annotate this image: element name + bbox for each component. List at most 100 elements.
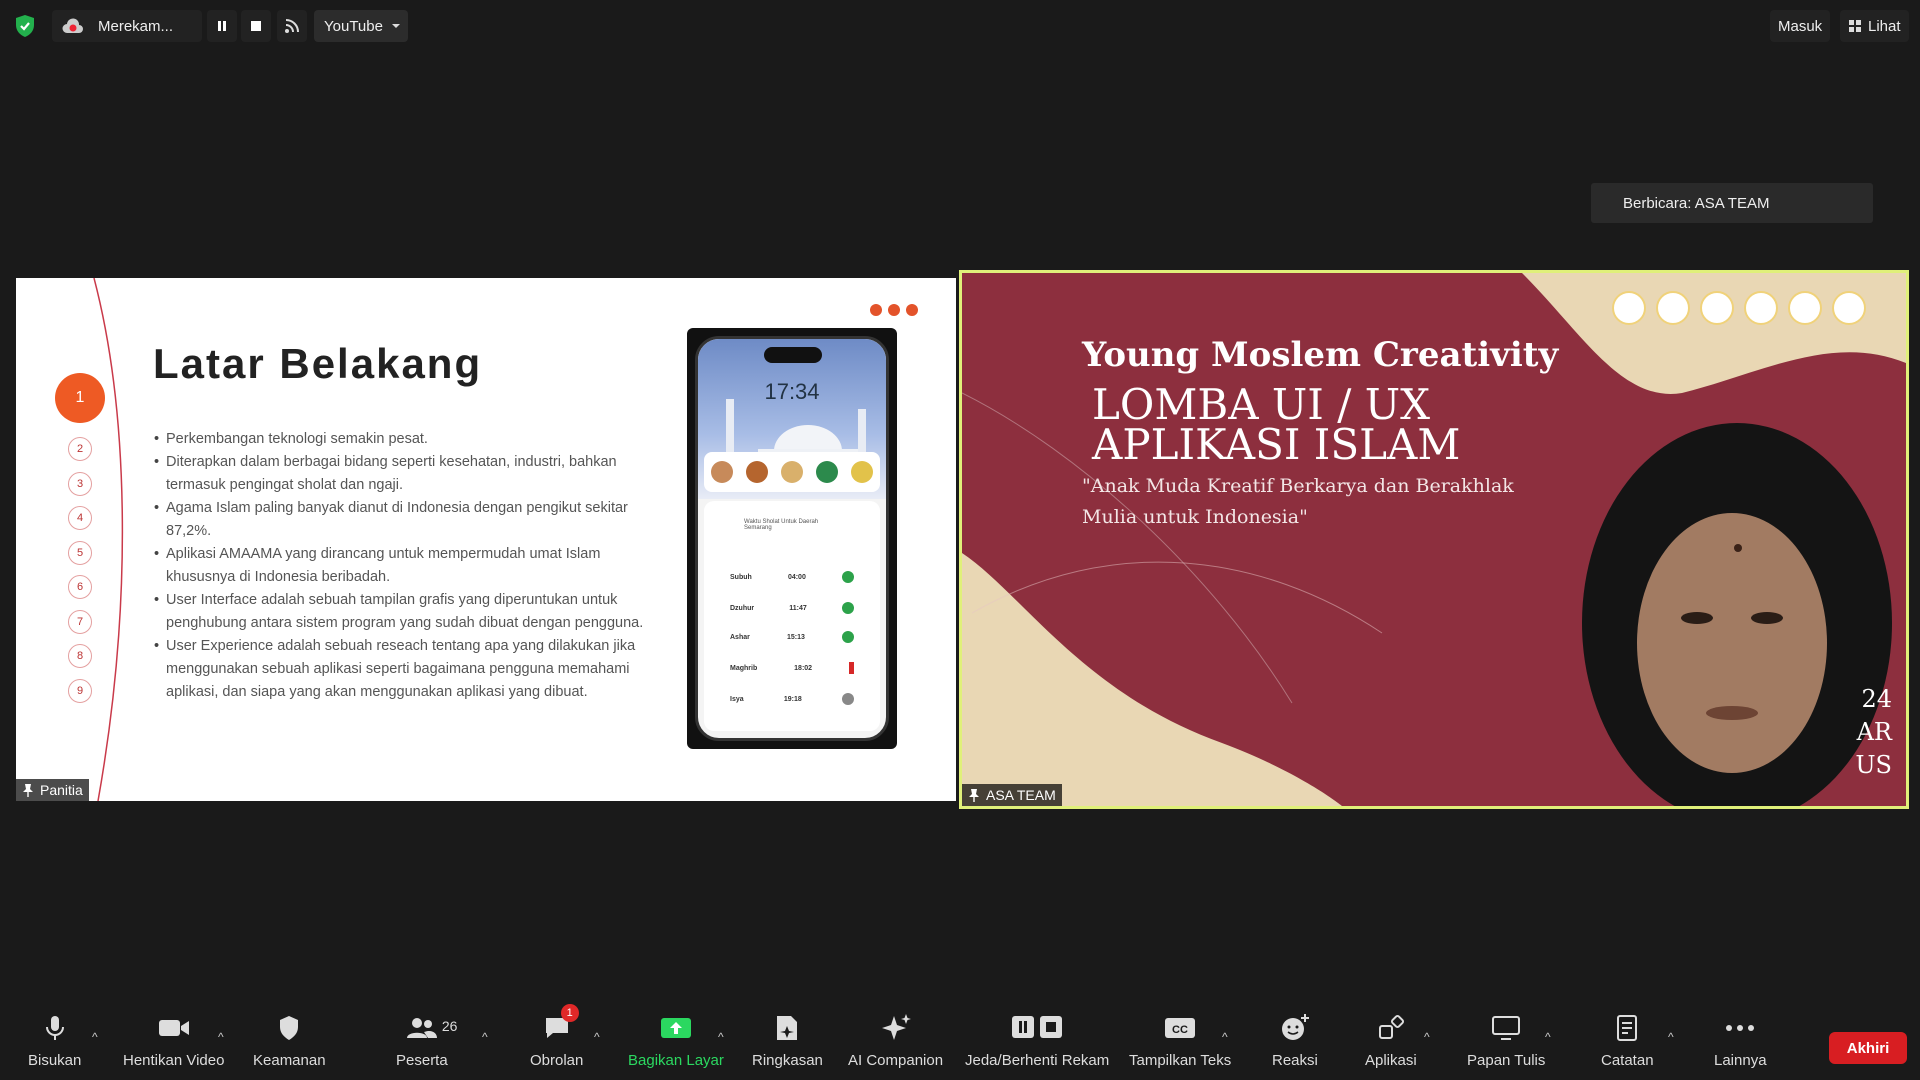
view-button[interactable]: Lihat (1840, 10, 1909, 42)
video-camera-icon (158, 1020, 189, 1036)
notes-options-chevron-icon[interactable]: ^ (1668, 1030, 1674, 1044)
stop-video-button[interactable]: Hentikan Video (123, 1010, 224, 1080)
prayer-name: Dzuhur (730, 604, 755, 612)
check-icon (841, 602, 854, 614)
side-text-line: AR (1856, 718, 1892, 746)
apps-icon (1378, 1014, 1404, 1039)
emoji-plus-icon (1281, 1014, 1309, 1040)
end-meeting-button[interactable]: Akhiri (1829, 1032, 1907, 1064)
slide-step-list: 1 2 3 4 5 6 7 8 9 (52, 373, 108, 713)
shared-slide-panel[interactable]: Latar Belakang 1 2 3 4 5 6 7 8 9 Perkemb… (16, 278, 956, 801)
mute-options-chevron-icon[interactable]: ^ (92, 1030, 98, 1044)
participant-name: Panitia (40, 782, 83, 798)
chat-button[interactable]: 1 Obrolan (530, 1004, 583, 1080)
prayer-row: Isya 19:18 (730, 693, 854, 705)
participant-name: ASA TEAM (986, 787, 1056, 803)
mute-label: Bisukan (28, 1052, 82, 1069)
more-button[interactable]: Lainnya (1714, 1010, 1767, 1080)
speaking-indicator: Berbicara: ASA TEAM (1591, 183, 1873, 223)
pause-recording-button[interactable] (207, 10, 237, 42)
whiteboard-label: Papan Tulis (1467, 1052, 1546, 1069)
participants-options-chevron-icon[interactable]: ^ (482, 1030, 488, 1044)
pause-stop-record-label: Jeda/Berhenti Rekam (965, 1052, 1110, 1069)
share-screen-icon (660, 1018, 691, 1038)
prayer-time: 18:02 (794, 664, 813, 672)
notes-icon (1617, 1015, 1638, 1041)
stream-target-dropdown[interactable]: YouTube (314, 10, 408, 42)
pin-icon (23, 784, 33, 797)
banner-side-text: 24 AR US (1855, 683, 1892, 782)
stop-video-label: Hentikan Video (123, 1052, 225, 1069)
slide-title: Latar Belakang (153, 340, 483, 387)
prayer-name: Maghrib (730, 664, 758, 672)
recording-label: Merekam... (98, 17, 174, 35)
step-item: 5 (68, 540, 92, 565)
stop-recording-button[interactable] (241, 10, 271, 42)
step-item: 8 (68, 644, 92, 668)
captions-options-chevron-icon[interactable]: ^ (1222, 1030, 1228, 1044)
stream-target-label: YouTube (324, 17, 383, 35)
pause-stop-icon (1012, 1016, 1063, 1038)
prayer-row: Dzuhur 11:47 (730, 602, 854, 614)
security-shield-icon[interactable] (14, 14, 36, 38)
bullet-item: Aplikasi AMAAMA yang dirancang untuk mem… (154, 543, 656, 589)
sponsor-logos (1612, 291, 1866, 325)
banner-subtitle-line1: LOMBA UI / UX (1092, 380, 1431, 429)
ai-companion-button[interactable]: AI Companion (848, 1010, 943, 1080)
phone-mockup: 17:34 Waktu Sholat Untuk Daerah Semarang… (687, 328, 897, 749)
microphone-icon (45, 1016, 64, 1040)
reactions-button[interactable]: Reaksi (1272, 1010, 1318, 1080)
svg-text:CC: CC (1172, 1024, 1188, 1036)
prayer-time: 11:47 (789, 604, 807, 612)
chat-options-chevron-icon[interactable]: ^ (594, 1030, 600, 1044)
mute-button[interactable]: Bisukan (28, 1010, 81, 1080)
prayer-times-card: Waktu Sholat Untuk Daerah Semarang Subuh… (704, 501, 880, 731)
summary-document-icon (777, 1016, 798, 1040)
banner-title: Young Moslem Creativity (1082, 335, 1559, 375)
apps-options-chevron-icon[interactable]: ^ (1424, 1030, 1430, 1044)
chat-unread-badge: 1 (560, 1004, 579, 1022)
live-stream-button[interactable] (277, 10, 307, 42)
share-screen-button[interactable]: Bagikan Layar (628, 1010, 724, 1080)
more-label: Lainnya (1714, 1052, 1767, 1069)
prayer-time: 15:13 (786, 633, 805, 641)
captions-button[interactable]: CC Tampilkan Teks (1129, 1010, 1231, 1080)
step-item: 2 (68, 437, 92, 461)
banner-subtitle: LOMBA UI / UX APLIKASI ISLAM (1092, 380, 1461, 469)
pause-icon (218, 21, 226, 31)
recording-status[interactable]: Merekam... (52, 10, 202, 42)
participant-person-video (1582, 423, 1892, 806)
step-item: 3 (68, 471, 92, 496)
bullet-item: User Interface adalah sebuah tampilan gr… (154, 589, 656, 635)
prayer-name: Isya (730, 695, 744, 703)
prayer-name: Ashar (730, 633, 750, 641)
step-item: 7 (68, 609, 92, 634)
security-button[interactable]: Keamanan (253, 1010, 326, 1080)
security-shield-icon (280, 1016, 299, 1040)
pause-stop-record-button[interactable]: Jeda/Berhenti Rekam (965, 1010, 1109, 1080)
bullet-item: Agama Islam paling banyak dianut di Indo… (154, 497, 656, 543)
video-options-chevron-icon[interactable]: ^ (218, 1030, 224, 1044)
participants-label: Peserta (396, 1052, 448, 1069)
summary-button[interactable]: Ringkasan (752, 1010, 823, 1080)
chevron-down-icon (391, 24, 400, 28)
bullet-item: User Experience adalah sebuah reseach te… (154, 635, 656, 704)
sign-in-button[interactable]: Masuk (1770, 10, 1831, 42)
prayer-row: Maghrib 18:02 (730, 662, 854, 674)
whiteboard-button[interactable]: Papan Tulis (1467, 1010, 1545, 1080)
prayer-row: Ashar 15:13 (730, 631, 854, 643)
apps-button[interactable]: Aplikasi (1365, 1010, 1417, 1080)
pin-icon (969, 789, 979, 802)
share-options-chevron-icon[interactable]: ^ (718, 1030, 724, 1044)
banner-subtitle-line2: APLIKASI ISLAM (1092, 420, 1461, 469)
notes-button[interactable]: Catatan (1601, 1010, 1654, 1080)
phone-notch (764, 347, 822, 363)
whiteboard-options-chevron-icon[interactable]: ^ (1545, 1030, 1551, 1044)
prayer-name: Subuh (730, 573, 752, 581)
apps-label: Aplikasi (1365, 1052, 1417, 1069)
reactions-label: Reaksi (1272, 1052, 1318, 1069)
active-speaker-video[interactable]: Young Moslem Creativity LOMBA UI / UX AP… (959, 270, 1909, 809)
closed-captions-icon: CC (1165, 1018, 1196, 1038)
step-item: 4 (68, 506, 92, 530)
participants-button[interactable]: 26 Peserta (396, 1010, 457, 1080)
